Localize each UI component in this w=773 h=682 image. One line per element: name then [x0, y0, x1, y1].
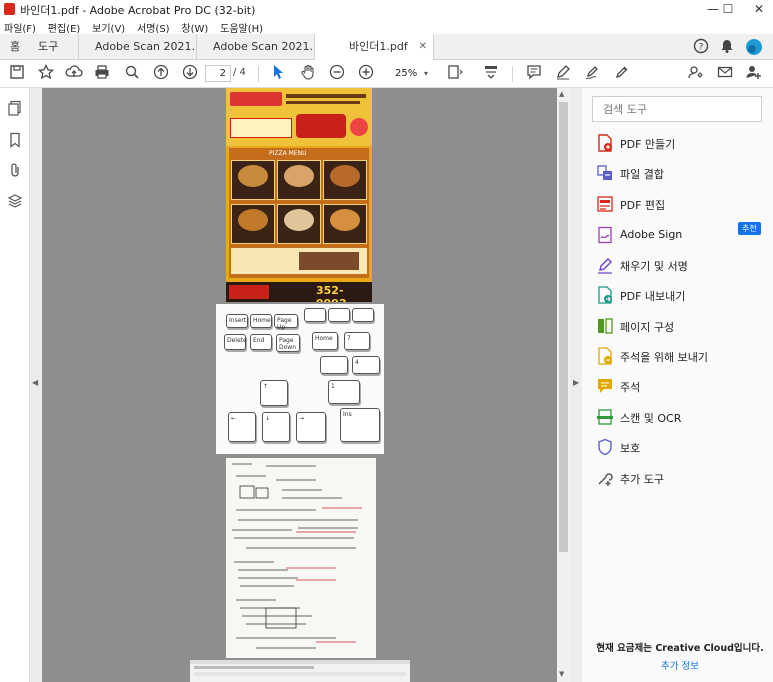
comment-icon[interactable]: [524, 64, 544, 84]
email-icon[interactable]: [715, 64, 735, 84]
send-for-comments-icon: [598, 347, 612, 365]
tool-scan-ocr[interactable]: 스캔 및 OCR: [596, 407, 766, 429]
combine-files-icon: [597, 165, 612, 180]
export-pdf-icon: [598, 286, 612, 304]
scrollbar-thumb[interactable]: [559, 102, 568, 552]
tool-create-pdf[interactable]: PDF 만들기: [596, 133, 766, 155]
more-tools-icon: [598, 473, 613, 486]
tool-export-pdf[interactable]: PDF 내보내기: [596, 285, 766, 307]
chevron-right-icon: ▶: [573, 378, 580, 387]
edit-pdf-icon: [597, 196, 613, 212]
attachments-icon[interactable]: [6, 162, 24, 180]
zoom-out-icon[interactable]: [327, 64, 347, 84]
tool-organize-pages[interactable]: 페이지 구성: [596, 316, 766, 338]
account-avatar[interactable]: [745, 38, 763, 56]
left-panel-collapse-handle[interactable]: ◀: [30, 88, 42, 682]
pdf-page-3-handwritten-notes: [226, 458, 376, 658]
search-tools-input[interactable]: [592, 96, 762, 122]
tab-bar: 홈 도구 Adobe Scan 2021. ... Adobe Scan 202…: [0, 34, 773, 78]
svg-text:?: ?: [699, 43, 704, 53]
hand-tool-icon[interactable]: [298, 64, 318, 84]
tab-doc-scan-1[interactable]: Adobe Scan 2021. ...: [78, 34, 196, 78]
layers-icon[interactable]: [6, 193, 24, 211]
menu-window[interactable]: 창(W): [177, 18, 212, 35]
create-pdf-icon: [598, 134, 612, 152]
tab-doc-scan-2[interactable]: Adobe Scan 2021. ...: [196, 34, 314, 78]
scroll-mode-icon[interactable]: [481, 64, 501, 84]
previous-page-icon[interactable]: [151, 64, 171, 84]
add-user-icon[interactable]: [744, 64, 764, 84]
zoom-level-select[interactable]: 25% ▾: [383, 65, 433, 82]
adobe-sign-icon: [598, 226, 612, 244]
plan-info-text: 현재 요금제는 Creative Cloud입니다.: [596, 643, 764, 654]
page-total: / 4: [233, 67, 246, 78]
bookmark-star-icon[interactable]: [36, 63, 56, 84]
menu-sign[interactable]: 서명(S): [133, 18, 174, 35]
organize-pages-icon: [598, 318, 613, 334]
tab-tools[interactable]: 도구: [38, 34, 58, 59]
tab-doc-binder[interactable]: 바인더1.pdf ✕: [314, 34, 434, 60]
page-number-input[interactable]: 2: [205, 65, 231, 82]
tool-combine-files[interactable]: 파일 결합: [596, 163, 766, 185]
more-info-link[interactable]: 추가 정보: [590, 658, 770, 672]
fill-sign-icon: [598, 258, 612, 274]
page-fit-icon[interactable]: [446, 64, 466, 84]
highlight-pen-icon[interactable]: [553, 64, 573, 84]
window-title: 바인더1.pdf - Adobe Acrobat Pro DC (32-bit): [20, 4, 256, 17]
help-icon[interactable]: ?: [692, 38, 710, 56]
title-bar: 바인더1.pdf - Adobe Acrobat Pro DC (32-bit)…: [0, 0, 773, 18]
tool-more-tools[interactable]: 추가 도구: [596, 468, 766, 490]
scan-ocr-icon: [597, 409, 613, 425]
pdf-page-2-keyboard-photo: Insert Home Page Up Delete End Page Down…: [216, 304, 384, 454]
scroll-up-icon[interactable]: ▲: [559, 90, 564, 98]
chevron-left-icon: ◀: [32, 378, 39, 387]
pdf-page-4-screenshot: [190, 660, 410, 682]
chevron-down-icon: ▾: [424, 69, 429, 78]
tools-pane: PDF 만들기 파일 결합 PDF 편집 Adobe Sign 추천 채우기 및…: [582, 88, 773, 682]
document-vertical-scrollbar[interactable]: ▲ ▼: [557, 88, 570, 682]
menu-view[interactable]: 보기(V): [88, 18, 129, 35]
print-icon[interactable]: [92, 64, 112, 84]
sign-pen-icon[interactable]: [582, 64, 602, 84]
fill-sign-icon[interactable]: [611, 64, 631, 84]
next-page-icon[interactable]: [180, 64, 200, 84]
right-pane-collapse-handle[interactable]: ▶: [570, 88, 582, 682]
tab-home[interactable]: 홈: [10, 34, 20, 59]
upload-cloud-icon[interactable]: [64, 64, 84, 84]
page-thumbnails-icon[interactable]: [6, 100, 24, 118]
tool-edit-pdf[interactable]: PDF 편집: [596, 194, 766, 216]
tool-comment[interactable]: 주석: [596, 376, 766, 398]
bookmarks-icon[interactable]: [6, 132, 24, 150]
tool-fill-and-sign[interactable]: 채우기 및 서명: [596, 255, 766, 277]
flyer-footer: 352-9992: [226, 282, 372, 302]
left-navigation-panel: [0, 88, 30, 682]
menu-file[interactable]: 파일(F): [0, 18, 40, 35]
flyer-pizza-menu: PIZZA MENU: [229, 148, 369, 278]
share-link-icon[interactable]: [686, 64, 706, 84]
zoom-value: 25%: [395, 68, 418, 79]
pdf-page-1-flyer: PIZZA MENU 352-9992: [226, 88, 372, 302]
scroll-down-icon[interactable]: ▼: [559, 670, 564, 678]
document-viewport[interactable]: PIZZA MENU 352-9992 Insert Home Page Up …: [42, 88, 557, 682]
recommended-badge: 추천: [738, 222, 761, 235]
save-icon[interactable]: [7, 64, 27, 84]
toolbar-divider: [512, 66, 513, 82]
acrobat-app-icon: [4, 3, 15, 15]
menu-edit[interactable]: 편집(E): [44, 18, 85, 35]
comment-icon: [598, 379, 612, 393]
main-toolbar: 2 / 4 25% ▾: [0, 60, 773, 88]
close-tab-icon[interactable]: ✕: [419, 34, 427, 59]
toolbar-divider: [258, 66, 259, 82]
select-cursor-icon[interactable]: [268, 64, 288, 84]
menu-help[interactable]: 도움말(H): [216, 18, 267, 35]
zoom-search-icon[interactable]: [122, 64, 142, 84]
flyer-header: [226, 88, 372, 146]
notification-bell-icon[interactable]: [718, 38, 736, 56]
tool-send-for-comments[interactable]: 주석을 위해 보내기: [596, 346, 766, 368]
menu-bar: 파일(F) 편집(E) 보기(V) 서명(S) 창(W) 도움말(H): [0, 18, 773, 35]
close-window-button[interactable]: ✕: [739, 0, 773, 18]
tool-protect[interactable]: 보호: [596, 437, 766, 459]
zoom-in-icon[interactable]: [356, 64, 376, 84]
protect-icon: [598, 438, 612, 456]
